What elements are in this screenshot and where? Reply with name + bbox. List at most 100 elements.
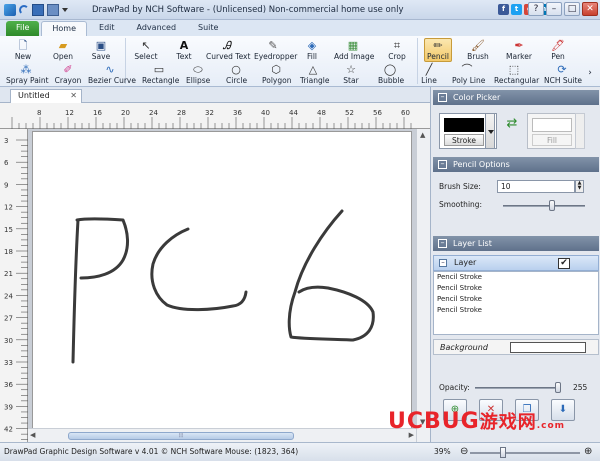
curved-text-button[interactable]: Ꭿ Curved Text: [206, 39, 250, 61]
add-image-button[interactable]: ▦ Add Image: [334, 39, 374, 61]
drawing-strokes: [71, 209, 375, 364]
scroll-left-icon[interactable]: ◀: [30, 431, 35, 439]
star-button[interactable]: ☆ Star: [342, 63, 360, 85]
nch-suite-button[interactable]: ⟳ NCH Suite: [544, 63, 582, 85]
tab-suite[interactable]: Suite: [188, 21, 228, 36]
ribbon-more-icon[interactable]: ›: [585, 68, 595, 78]
smoothing-slider-track[interactable]: [503, 205, 585, 207]
background-color-swatch[interactable]: [510, 342, 586, 353]
background-layer-row[interactable]: Background: [433, 339, 599, 355]
ruler-label: 16: [93, 109, 102, 117]
smoothing-slider-knob[interactable]: [548, 200, 555, 211]
brush-size-stepper[interactable]: ▲ ▼: [575, 180, 584, 193]
color-picker-header[interactable]: – Color Picker: [433, 90, 599, 105]
layer-row[interactable]: – Layer ✔: [433, 255, 599, 271]
rectangle-button[interactable]: ▭ Rectangle: [142, 63, 179, 85]
eyedropper-button[interactable]: ✎ Eyedropper: [254, 39, 297, 61]
spray-paint-button[interactable]: ⁂ Spray Paint: [6, 63, 49, 85]
app-icon[interactable]: [4, 3, 16, 16]
bezier-curve-button[interactable]: ∿ Bezier Curve: [88, 63, 136, 85]
marker-icon: ✒: [514, 39, 524, 52]
open-button[interactable]: ▰ Open: [52, 39, 74, 61]
zoom-in-icon[interactable]: ⊕: [584, 443, 592, 461]
document-tab[interactable]: Untitled ✕: [10, 89, 82, 103]
undo-icon[interactable]: [19, 4, 29, 15]
ellipse-button[interactable]: ⬭ Ellipse: [186, 63, 210, 85]
eyedropper-icon: ✎: [268, 39, 278, 52]
horizontal-scrollbar[interactable]: ◀ ⦙⦙⦙ ▶: [28, 428, 416, 442]
add-image-icon: ▦: [347, 39, 359, 52]
minimize-button[interactable]: –: [546, 2, 562, 16]
fill-icon: ◈: [307, 39, 317, 52]
pencil-stroke: [75, 217, 129, 280]
bubble-button[interactable]: ◯ Bubble: [378, 63, 404, 85]
tab-home[interactable]: Home: [41, 21, 88, 36]
select-button[interactable]: ↖ Select: [134, 39, 158, 61]
help-icon[interactable]: ?: [528, 2, 544, 16]
opacity-slider-knob[interactable]: [555, 382, 561, 393]
list-item[interactable]: Pencil Stroke: [434, 272, 598, 283]
polygon-button[interactable]: ⬡ Polygon: [262, 63, 291, 85]
swap-colors-icon[interactable]: ⇄: [503, 117, 521, 145]
crayon-button[interactable]: ✐ Crayon: [54, 63, 82, 85]
maximize-button[interactable]: □: [564, 2, 580, 16]
circle-button[interactable]: ○ Circle: [226, 63, 247, 85]
opacity-value: 255: [573, 383, 588, 392]
layer-visible-checkbox[interactable]: ✔: [558, 258, 570, 269]
collapse-layer-icon[interactable]: –: [439, 259, 447, 267]
text-button[interactable]: A Text: [174, 39, 194, 61]
marker-button[interactable]: ✒ Marker: [506, 39, 532, 61]
triangle-button[interactable]: △ Triangle: [300, 63, 329, 85]
curved-text-icon: Ꭿ: [223, 39, 231, 52]
list-item[interactable]: Pencil Stroke: [434, 305, 598, 316]
collapse-icon[interactable]: –: [438, 239, 447, 248]
list-item[interactable]: Pencil Stroke: [434, 283, 598, 294]
zoom-slider-knob[interactable]: [500, 447, 506, 458]
vertical-scrollbar[interactable]: ▲ ▼: [416, 129, 430, 442]
ruler-label: 6: [4, 159, 9, 167]
chevron-down-icon[interactable]: [62, 7, 68, 12]
brush-size-input[interactable]: 10: [497, 180, 575, 193]
pencil-button[interactable]: ✏ Pencil: [424, 38, 452, 62]
pen-button[interactable]: 🖊 Pen: [548, 39, 568, 61]
save-icon[interactable]: [32, 3, 44, 16]
rectangular-button[interactable]: ⬚ Rectangular: [494, 63, 539, 85]
poly-line-button[interactable]: ⌒ Poly Line: [452, 63, 485, 85]
collapse-icon[interactable]: –: [438, 93, 447, 102]
layer-list-header[interactable]: – Layer List: [433, 236, 599, 251]
stroke-dropdown[interactable]: [485, 113, 495, 149]
drawing-canvas[interactable]: [32, 131, 412, 431]
tab-file[interactable]: File: [6, 21, 40, 36]
zoom-out-icon[interactable]: ⊖: [460, 443, 468, 461]
list-item[interactable]: Pencil Stroke: [434, 294, 598, 305]
tab-advanced[interactable]: Advanced: [127, 21, 187, 36]
save-button[interactable]: ▣ Save: [90, 39, 112, 61]
ruler-label: 12: [4, 204, 13, 212]
brush-button[interactable]: 🖌 Brush: [466, 39, 490, 61]
fill-button[interactable]: ◈ Fill: [302, 39, 322, 61]
collapse-icon[interactable]: –: [438, 160, 447, 169]
new-button[interactable]: 🗋 New: [12, 39, 34, 61]
fill-color-preview: [532, 118, 572, 132]
facebook-icon[interactable]: f: [498, 4, 509, 15]
pencil-stroke: [150, 227, 248, 312]
tab-edit[interactable]: Edit: [89, 21, 125, 36]
horizontal-scroll-thumb[interactable]: ⦙⦙⦙: [68, 432, 294, 440]
fill-dropdown[interactable]: [575, 113, 585, 149]
new-icon: 🗋: [18, 39, 28, 52]
ruler-label: 33: [4, 359, 13, 367]
twitter-icon[interactable]: t: [511, 4, 522, 15]
ribbon: 🗋 New ▰ Open ▣ Save ↖ Select A Text Ꭿ Curved T…: [0, 36, 600, 87]
scroll-up-icon[interactable]: ▲: [420, 131, 425, 139]
line-button[interactable]: ╱ Line: [420, 63, 438, 85]
close-tab-icon[interactable]: ✕: [70, 90, 77, 102]
opacity-slider-track[interactable]: [475, 387, 561, 389]
zoom-slider-track[interactable]: [470, 452, 580, 454]
close-button[interactable]: ✕: [582, 2, 598, 16]
crop-button[interactable]: ⌗ Crop: [386, 39, 408, 61]
save-as-icon[interactable]: [47, 3, 59, 16]
pencil-options-header[interactable]: – Pencil Options: [433, 157, 599, 172]
circle-icon: ○: [231, 63, 241, 76]
ruler-top: 8 12 16 20 24 28 32 36 40 44 48 52 56 60: [0, 103, 430, 129]
pencil-stroke: [287, 209, 375, 342]
